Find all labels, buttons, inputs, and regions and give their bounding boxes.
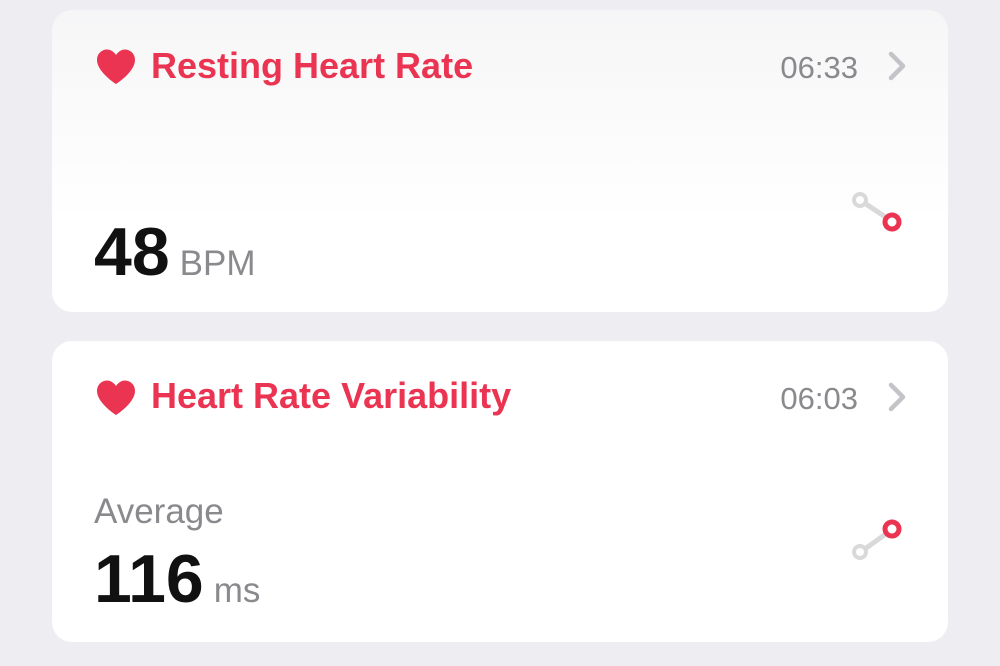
card-title: Heart Rate Variability	[151, 375, 512, 416]
metric-unit: BPM	[179, 244, 256, 283]
card-title: Resting Heart Rate	[151, 45, 474, 86]
metric-value-row: 116 ms	[94, 545, 260, 613]
resting-heart-rate-card[interactable]: Resting Heart Rate 06:33 48 BPM	[52, 10, 948, 312]
heart-icon	[97, 49, 135, 84]
card-timestamp: 06:33	[780, 50, 858, 85]
card-timestamp: 06:03	[780, 381, 858, 416]
average-label: Average	[94, 492, 224, 531]
metric-value-row: 48 BPM	[94, 218, 256, 286]
trend-down-icon	[852, 192, 902, 232]
metric-value: 48	[94, 214, 170, 290]
heart-icon	[97, 380, 135, 415]
chevron-right-icon[interactable]	[886, 51, 908, 81]
chevron-right-icon[interactable]	[886, 382, 908, 412]
metric-unit: ms	[213, 571, 261, 610]
heart-rate-variability-card[interactable]: Heart Rate Variability 06:03 Average 116…	[52, 341, 948, 642]
trend-up-icon	[852, 519, 902, 560]
metric-value: 116	[94, 541, 204, 617]
